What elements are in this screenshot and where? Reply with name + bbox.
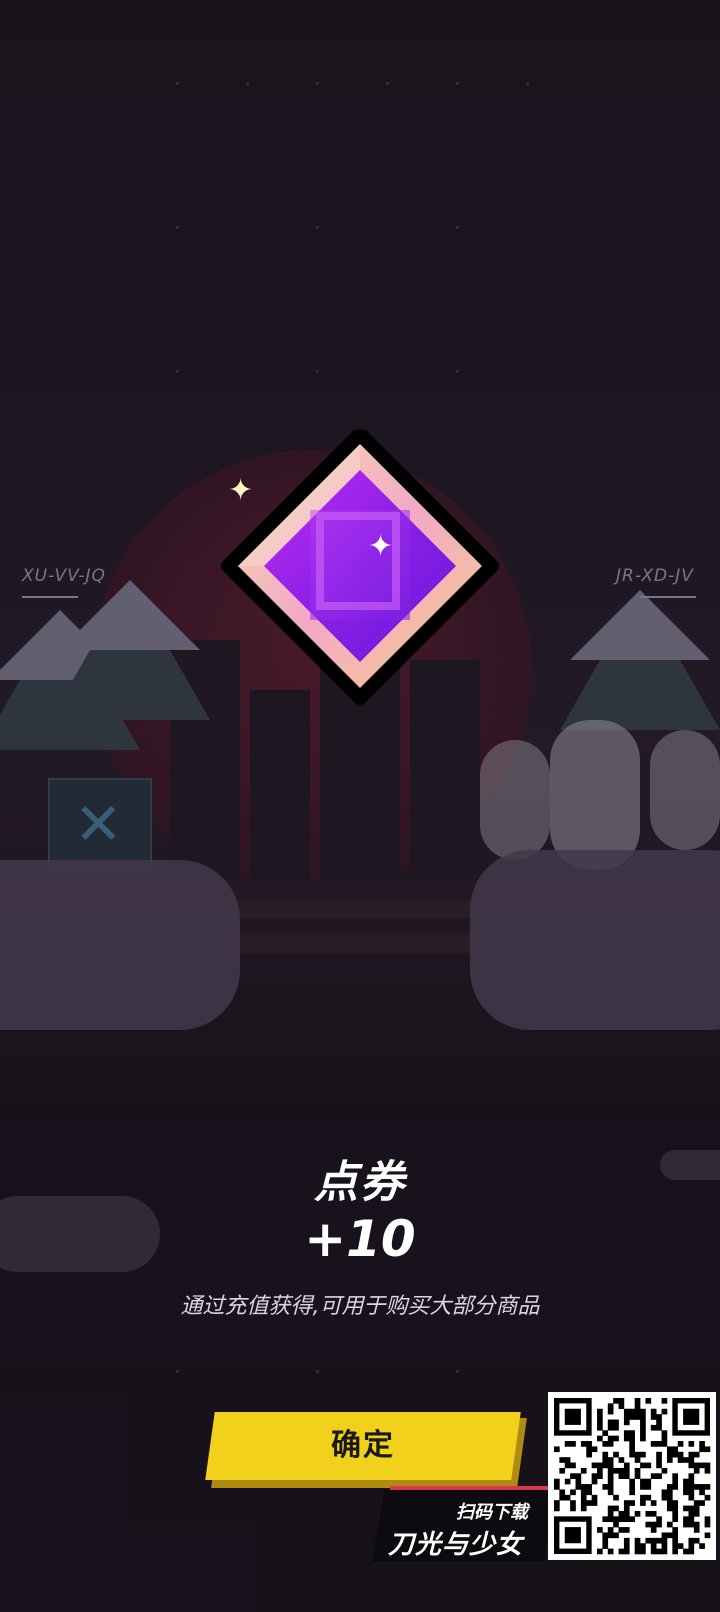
game-name-logo: 刀光与少女 (388, 1530, 524, 1560)
qr-code-icon[interactable] (548, 1392, 716, 1560)
confirm-button[interactable]: 确定 (205, 1412, 521, 1480)
scan-download-label: 扫码下载 (456, 1502, 528, 1523)
diamond-gem-icon: ✦ ✦ (210, 427, 510, 730)
confirm-button-label: 确定 (331, 1429, 395, 1462)
sparkle-icon: ✦ (368, 529, 394, 564)
background-scene: ✕ (0, 0, 720, 1612)
dim-overlay (0, 0, 720, 1612)
right-code-label: JR-XD-JV (616, 566, 694, 586)
right-code-underline (640, 596, 696, 598)
reward-description: 通过充值获得,可用于购买大部分商品 (180, 1294, 540, 1319)
reward-title: 点券 (314, 1157, 406, 1208)
left-code-label: XU-VV-JQ (22, 566, 106, 586)
left-code-underline (22, 596, 78, 598)
reward-amount: +10 (304, 1210, 416, 1268)
sparkle-icon: ✦ (228, 473, 254, 508)
